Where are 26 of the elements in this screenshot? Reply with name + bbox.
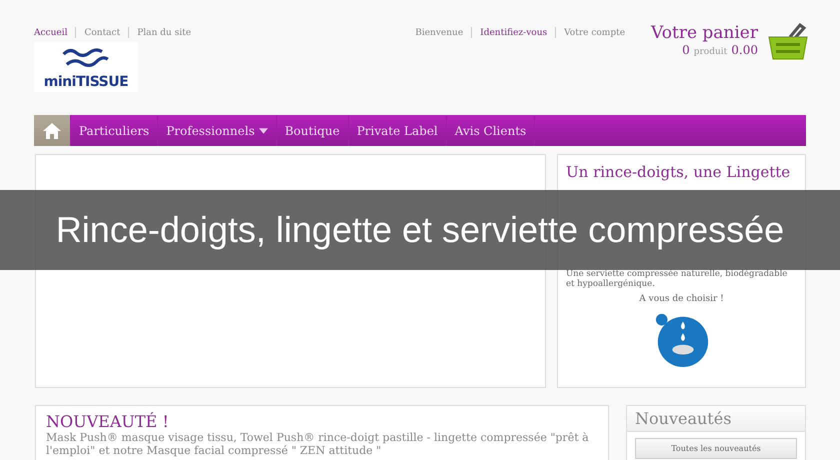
minitissue-logo[interactable]: miniTISSUE bbox=[34, 42, 138, 92]
top-link[interactable]: Plan du site bbox=[137, 28, 192, 38]
caret-icon bbox=[258, 128, 268, 134]
home-icon bbox=[42, 122, 62, 140]
all-news-button[interactable]: Toutes les nouveautés bbox=[635, 438, 797, 459]
top-link[interactable]: Contact bbox=[84, 28, 120, 38]
nav-tab[interactable]: Particuliers bbox=[71, 115, 158, 146]
top-link[interactable]: Accueil bbox=[34, 28, 68, 38]
news-text: Mask Push® masque visage tissu, Towel Push® rince-doigt pastille - lingette compressée "prêt à l'emploi" et notre Masque facial compressé " ZEN attitude " bbox=[46, 431, 590, 458]
nav-tab[interactable]: Professionnels bbox=[158, 115, 277, 146]
home-tab[interactable] bbox=[34, 115, 71, 146]
nav-tab[interactable]: Private Label bbox=[348, 115, 447, 146]
cart-title[interactable]: Votre panier bbox=[651, 23, 758, 43]
promo-call: A vous de choisir ! bbox=[638, 294, 725, 304]
account-link[interactable]: Votre compte bbox=[564, 28, 626, 38]
nav-tab[interactable]: Boutique bbox=[276, 115, 349, 146]
caption-banner: Rince-doigts, lingette et serviette compressée bbox=[0, 190, 840, 270]
cart-total: 0.00 bbox=[731, 43, 758, 57]
account-link[interactable]: Identifiez-vous bbox=[480, 28, 548, 38]
cart-count: 0 bbox=[682, 43, 690, 57]
cart-unit: produit bbox=[694, 47, 728, 57]
promo-text: Une serviette compressée naturelle, biodégradable et hypoallergénique. bbox=[566, 268, 788, 288]
promo-title: Un rince-doigts, une Lingette bbox=[566, 163, 792, 182]
nav-tab[interactable]: Avis Clients bbox=[446, 115, 536, 146]
account-link[interactable]: Bienvenue bbox=[415, 28, 464, 38]
news-title: NOUVEAUTÉ ! bbox=[46, 412, 170, 431]
